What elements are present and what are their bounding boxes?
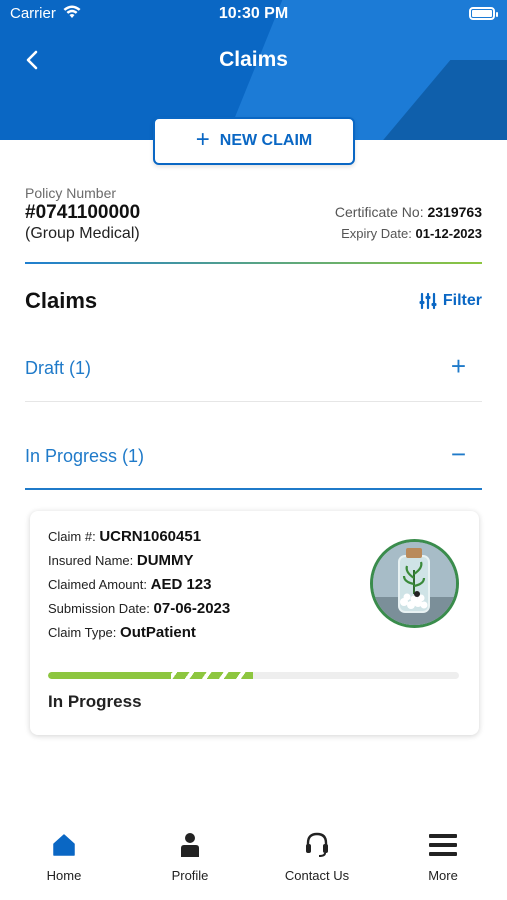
submission-date-value: 07-06-2023	[153, 600, 231, 617]
progress-fill	[48, 672, 172, 679]
plus-icon: +	[195, 125, 210, 153]
bottom-navigation: Home Profile Contact Us More	[0, 820, 507, 900]
new-claim-label: NEW CLAIM	[219, 132, 313, 149]
nav-more-label: More	[428, 868, 458, 883]
policy-info: Policy Number #0741100000 (Group Medical…	[25, 185, 482, 243]
submission-date-field: Submission Date: 07-06-2023	[48, 600, 230, 617]
insured-name-value: DUMMY	[136, 552, 194, 569]
certificate-number: Certificate No: 2319763	[335, 204, 482, 220]
new-claim-button[interactable]: + NEW CLAIM	[153, 117, 355, 165]
insured-name-label: Insured Name:	[48, 553, 134, 568]
claim-number-value: UCRN1060451	[99, 528, 202, 545]
divider	[25, 262, 482, 264]
claimed-amount-label: Claimed Amount:	[48, 577, 147, 592]
filter-button[interactable]: Filter	[419, 292, 482, 310]
headset-icon	[306, 832, 328, 857]
nav-more[interactable]: More	[393, 830, 493, 883]
nav-contact-us[interactable]: Contact Us	[267, 830, 367, 883]
claim-type-value: OutPatient	[120, 624, 196, 641]
battery-icon	[469, 7, 498, 20]
claimed-amount-value: AED 123	[150, 576, 212, 593]
nav-contact-us-label: Contact Us	[284, 868, 350, 883]
expand-plus-icon[interactable]: +	[451, 353, 466, 379]
claim-number-label: Claim #:	[48, 529, 96, 544]
insured-name-field: Insured Name: DUMMY	[48, 552, 194, 569]
nav-home-label: Home	[46, 868, 82, 883]
nav-home[interactable]: Home	[14, 830, 114, 883]
claim-progress-bar	[48, 672, 459, 679]
draft-group-label: Draft (1)	[25, 358, 92, 378]
draft-group-header[interactable]: Draft (1) +	[25, 340, 482, 402]
in-progress-group-header[interactable]: In Progress (1) −	[25, 428, 482, 490]
clock: 10:30 PM	[218, 5, 289, 22]
claim-type-label: Claim Type:	[48, 625, 117, 640]
in-progress-group-label: In Progress (1)	[25, 446, 145, 466]
claim-card[interactable]: Claim #: UCRN1060451 Insured Name: DUMMY…	[30, 511, 479, 735]
attachment-image	[373, 542, 456, 625]
nav-profile[interactable]: Profile	[140, 830, 240, 883]
expiry-value: 01-12-2023	[415, 226, 483, 241]
filter-icon	[419, 292, 437, 310]
claim-status: In Progress	[48, 692, 142, 711]
profile-icon	[181, 833, 199, 857]
policy-number-label: Policy Number	[25, 185, 117, 201]
claimed-amount-field: Claimed Amount: AED 123	[48, 576, 212, 593]
expiry-date: Expiry Date: 01-12-2023	[341, 226, 482, 241]
filter-label: Filter	[442, 292, 482, 309]
menu-icon	[429, 834, 457, 856]
claim-attachment-thumbnail[interactable]	[370, 539, 459, 628]
status-bar: Carrier 10:30 PM	[0, 0, 507, 28]
claim-type-field: Claim Type: OutPatient	[48, 624, 196, 641]
collapse-minus-icon[interactable]: −	[451, 441, 466, 467]
claim-number-field: Claim #: UCRN1060451	[48, 528, 201, 545]
expiry-label: Expiry Date:	[341, 226, 412, 241]
nav-profile-label: Profile	[171, 868, 209, 883]
page-title: Claims	[219, 48, 288, 71]
certificate-label: Certificate No:	[334, 204, 424, 220]
submission-date-label: Submission Date:	[48, 601, 150, 616]
home-icon	[53, 834, 75, 856]
claims-heading: Claims	[25, 288, 98, 313]
certificate-value: 2319763	[427, 204, 482, 220]
progress-stripe	[171, 672, 254, 679]
